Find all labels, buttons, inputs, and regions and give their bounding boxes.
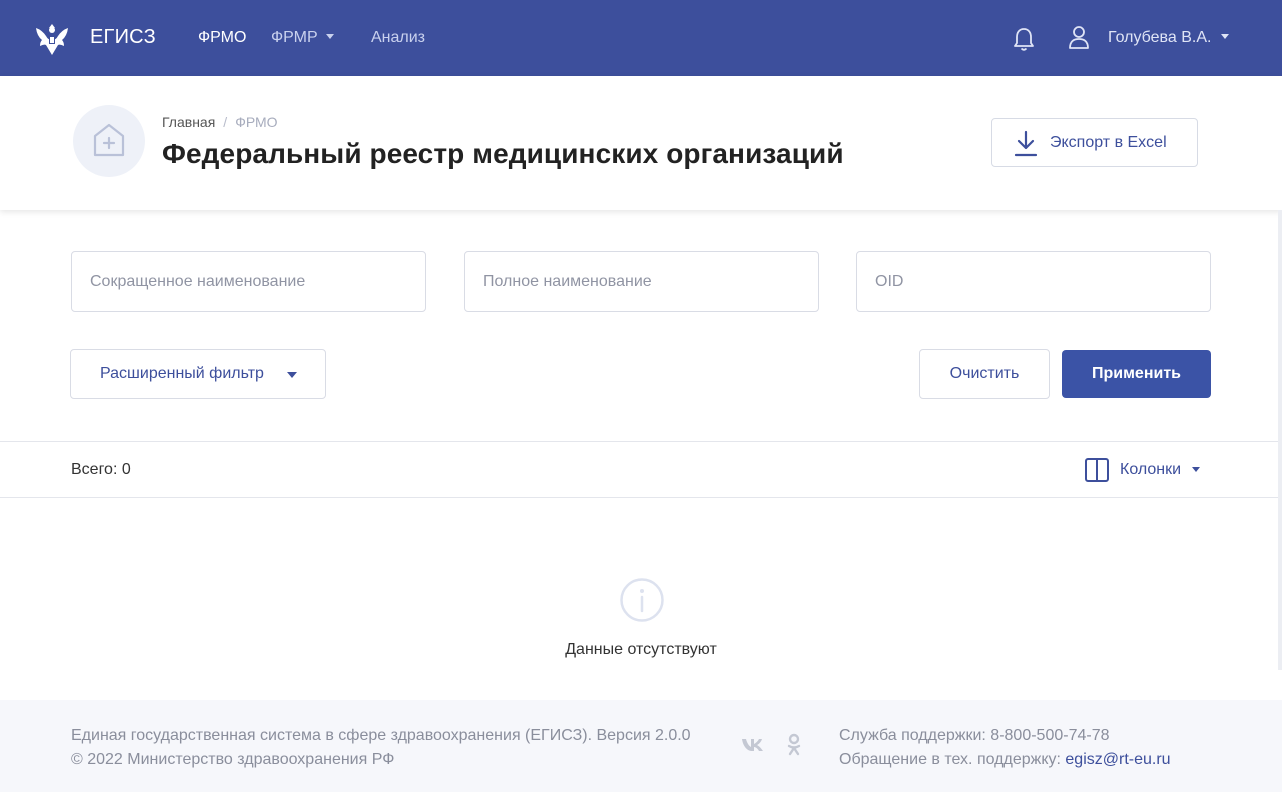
empty-state-text: Данные отсутствуют <box>565 641 717 658</box>
emblem-eagle-icon[interactable] <box>32 18 72 58</box>
full-name-input[interactable] <box>464 251 819 312</box>
user-icon[interactable] <box>1067 24 1091 50</box>
odnoklassniki-icon[interactable] <box>786 733 802 757</box>
chevron-down-icon <box>325 34 334 39</box>
footer-system-text: Единая государственная система в сфере з… <box>71 727 691 744</box>
bell-icon[interactable] <box>1012 26 1036 52</box>
total-count: Всего: 0 <box>71 461 131 478</box>
user-menu[interactable]: Голубева В.А. <box>1108 29 1230 47</box>
nav-item-analysis[interactable]: Анализ <box>371 29 425 47</box>
clear-button[interactable]: Очистить <box>919 349 1050 399</box>
short-name-input[interactable] <box>71 251 426 312</box>
top-navbar: ЕГИСЗ ФРМО ФРМР Анализ Голубева В.А. <box>0 0 1282 76</box>
advanced-filter-button[interactable]: Расширенный фильтр <box>70 349 326 399</box>
page-icon-badge <box>73 105 145 177</box>
divider <box>0 441 1282 442</box>
breadcrumb-current: ФРМО <box>235 114 278 130</box>
tech-support-label: Обращение в тех. поддержку: <box>839 751 1061 768</box>
nav-item-frmr[interactable]: ФРМР <box>271 29 334 47</box>
export-excel-button[interactable]: Экспорт в Excel <box>991 118 1198 167</box>
chevron-down-icon <box>287 372 297 378</box>
download-icon <box>1014 130 1038 157</box>
columns-label: Колонки <box>1120 461 1182 478</box>
page-title: Федеральный реестр медицинских организац… <box>162 138 844 169</box>
chevron-down-icon <box>1221 34 1230 39</box>
footer-copyright: © 2022 Министерство здравоохранения РФ <box>71 751 395 768</box>
hospital-icon <box>93 123 125 157</box>
footer-tech-support: Обращение в тех. поддержку: egisz@rt-eu.… <box>839 751 1171 769</box>
oid-input[interactable] <box>856 251 1211 312</box>
info-icon <box>620 578 664 622</box>
nav-item-frmo[interactable]: ФРМО <box>198 29 246 47</box>
tech-support-email-link[interactable]: egisz@rt-eu.ru <box>1065 751 1170 768</box>
export-label: Экспорт в Excel <box>1050 134 1167 151</box>
brand-title[interactable]: ЕГИСЗ <box>90 26 156 49</box>
breadcrumb: Главная / ФРМО <box>162 114 278 130</box>
breadcrumb-home[interactable]: Главная <box>162 114 215 130</box>
page-header: Главная / ФРМО Федеральный реестр медицинс… <box>0 76 1282 210</box>
footer <box>0 700 1282 792</box>
chevron-down-icon <box>1192 467 1200 472</box>
scrollbar[interactable] <box>1278 210 1282 670</box>
vk-icon[interactable] <box>741 737 767 753</box>
footer-support-phone: Служба поддержки: 8-800-500-74-78 <box>839 727 1110 744</box>
advanced-filter-label: Расширенный фильтр <box>100 365 264 382</box>
apply-button[interactable]: Применить <box>1062 350 1211 398</box>
divider <box>0 497 1282 498</box>
columns-icon <box>1085 458 1109 482</box>
